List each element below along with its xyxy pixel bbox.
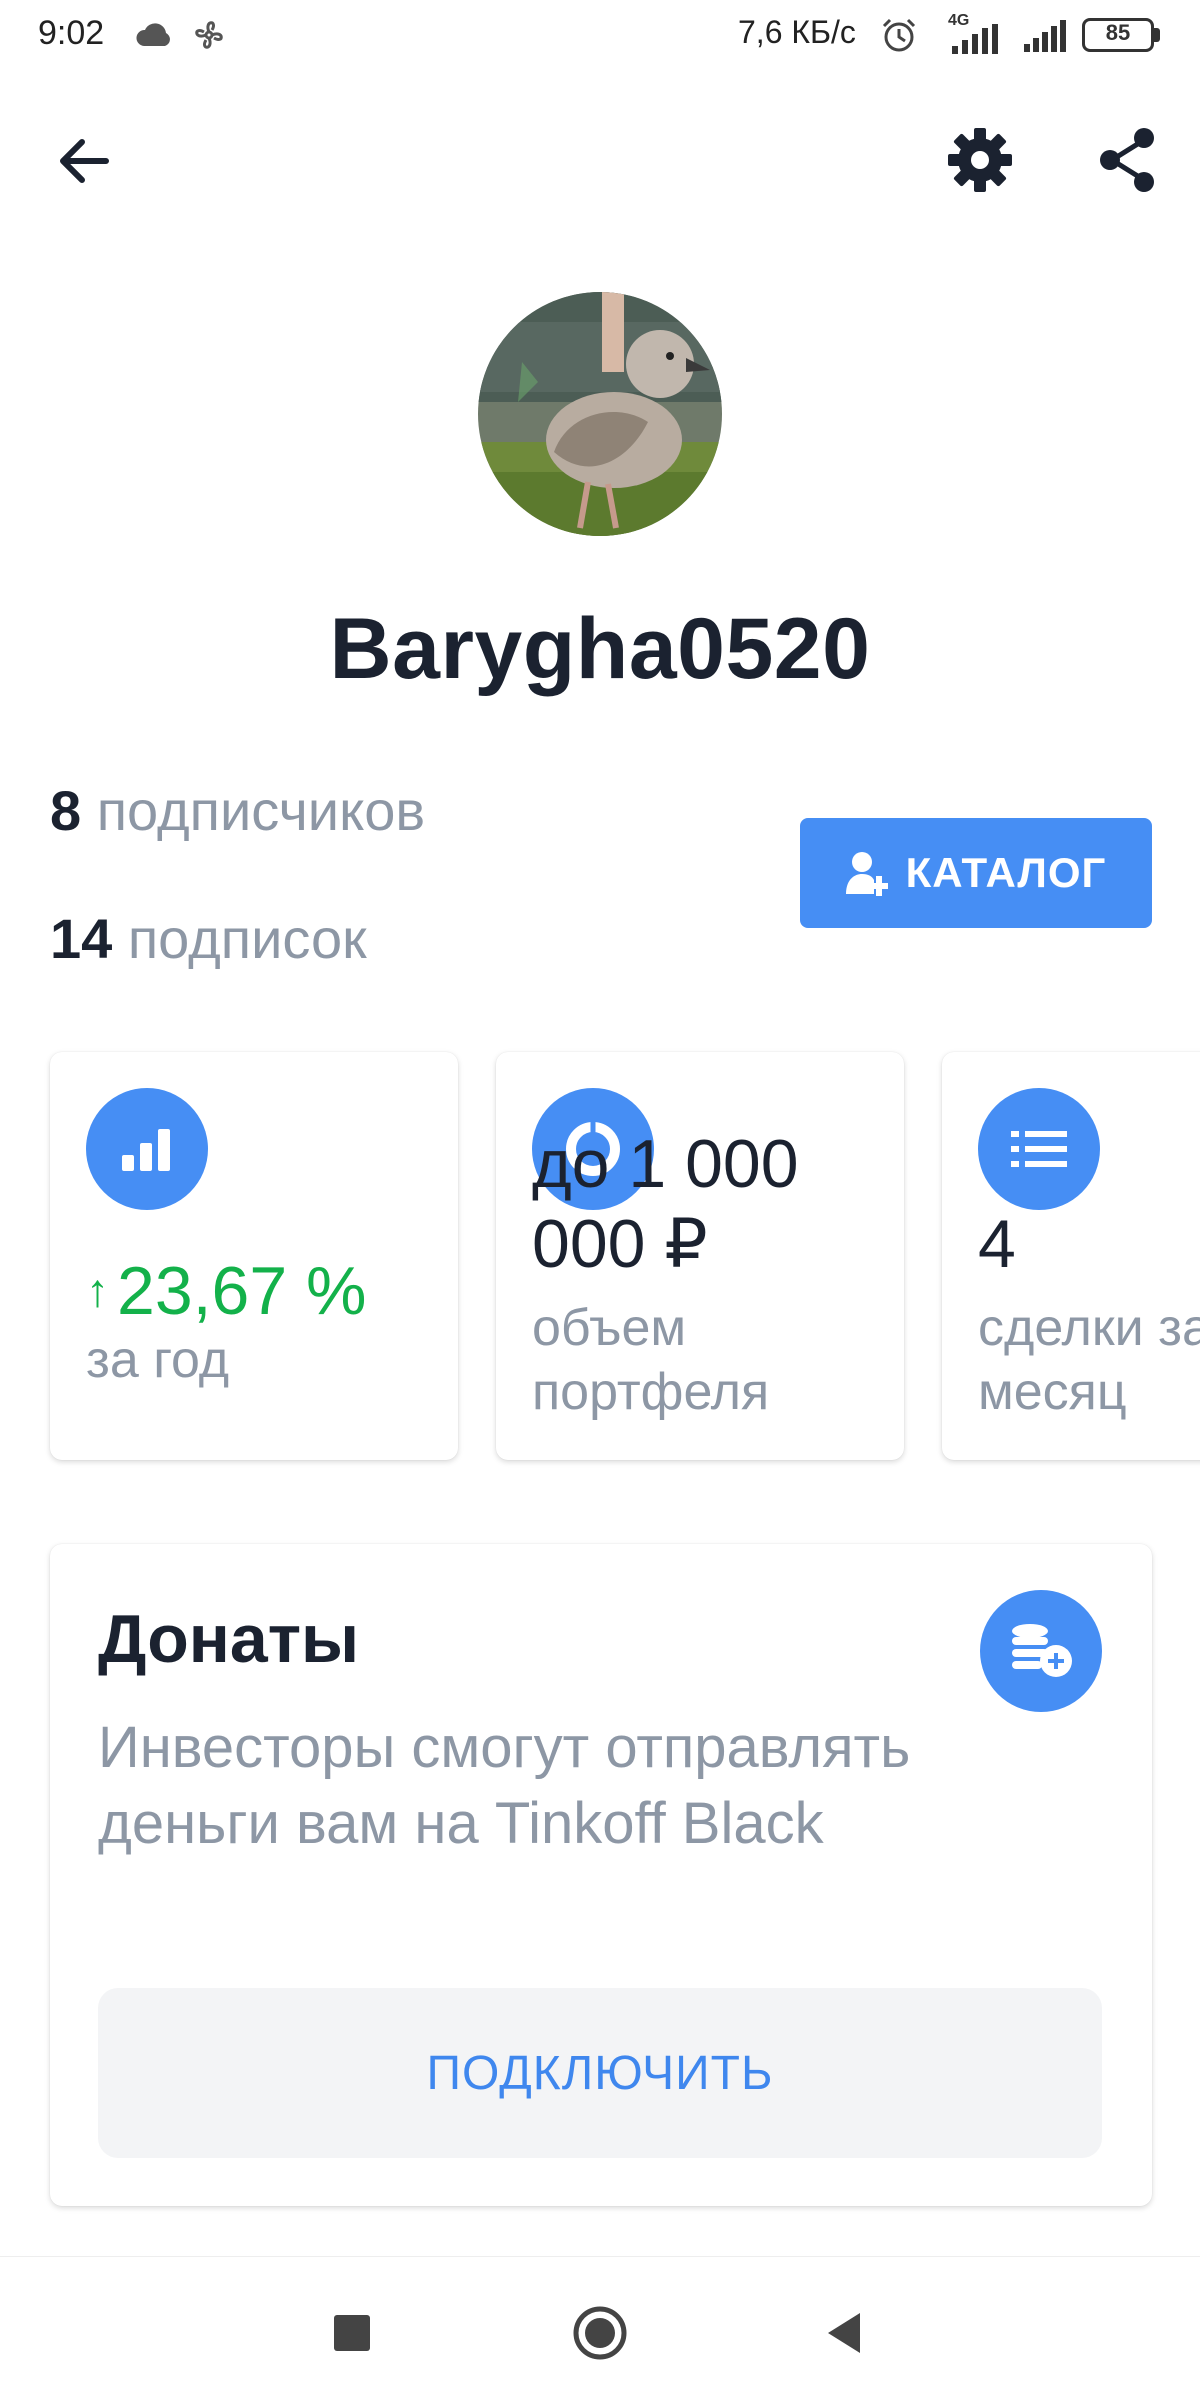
donations-title: Донаты xyxy=(98,1601,360,1677)
status-bar: 9:02 7,6 КБ/с 4G 85 xyxy=(0,0,1200,72)
return-card[interactable]: ↑ 23,67 % за год xyxy=(50,1052,458,1460)
coins-plus-icon[interactable] xyxy=(980,1590,1102,1712)
alarm-icon xyxy=(882,18,916,52)
square-icon xyxy=(334,2315,370,2351)
portfolio-value: до 1 000 000 ₽ xyxy=(532,1126,799,1282)
circle-icon xyxy=(573,2306,627,2360)
deals-card[interactable]: 4 сделки за месяц xyxy=(942,1052,1200,1460)
connect-button[interactable]: ПОДКЛЮЧИТЬ xyxy=(98,1988,1102,2158)
deals-value: 4 xyxy=(978,1206,1016,1282)
donations-description: Инвесторы смогут отправлять деньги вам н… xyxy=(98,1715,911,1856)
cloud-icon xyxy=(136,23,170,46)
share-icon xyxy=(1100,128,1154,192)
portfolio-label: объем портфеля xyxy=(532,1299,770,1421)
back-arrow-icon xyxy=(60,139,109,183)
subscribers-count: 8 xyxy=(50,779,82,842)
return-label: за год xyxy=(86,1331,230,1389)
status-time: 9:02 xyxy=(38,14,105,52)
fan-icon xyxy=(195,21,223,49)
share-button[interactable] xyxy=(1092,124,1164,196)
battery-level: 85 xyxy=(1105,20,1131,45)
return-value: 23,67 % xyxy=(117,1253,367,1329)
back-nav-button[interactable] xyxy=(808,2297,880,2369)
subscriptions-stat[interactable]: 14 подписок xyxy=(50,906,367,971)
deals-label: сделки за месяц xyxy=(978,1299,1200,1421)
return-value-row: ↑ 23,67 % xyxy=(86,1250,367,1331)
system-nav-bar xyxy=(0,2256,1200,2401)
back-button[interactable] xyxy=(52,128,118,194)
network-speed: 7,6 КБ/с xyxy=(738,14,856,50)
gear-icon xyxy=(948,128,1012,192)
bar-chart-icon xyxy=(86,1088,208,1210)
donations-card: Донаты Инвесторы смогут отправлять деньг… xyxy=(50,1544,1152,2206)
portfolio-card[interactable]: до 1 000 000 ₽ объем портфеля xyxy=(496,1052,904,1460)
subscriptions-label: подписок xyxy=(127,907,367,970)
home-button[interactable] xyxy=(564,2297,636,2369)
signal-icon xyxy=(1024,20,1066,52)
subscribers-label: подписчиков xyxy=(96,779,426,842)
avatar[interactable] xyxy=(478,292,722,536)
catalog-label: КАТАЛОГ xyxy=(905,849,1107,896)
settings-button[interactable] xyxy=(944,124,1016,196)
list-icon xyxy=(978,1088,1100,1210)
battery-icon: 85 xyxy=(1082,18,1166,54)
triangle-back-icon xyxy=(828,2313,860,2353)
subscriptions-count: 14 xyxy=(50,907,113,970)
recent-apps-button[interactable] xyxy=(316,2297,388,2369)
subscribers-stat[interactable]: 8 подписчиков xyxy=(50,778,425,843)
trend-up-icon: ↑ xyxy=(86,1264,109,1316)
signal-icon: 4G xyxy=(948,12,1008,54)
username: Barygha0520 xyxy=(329,601,871,697)
avatar-photo xyxy=(478,292,722,536)
add-user-icon xyxy=(845,852,888,896)
catalog-button[interactable]: КАТАЛОГ xyxy=(800,818,1152,928)
